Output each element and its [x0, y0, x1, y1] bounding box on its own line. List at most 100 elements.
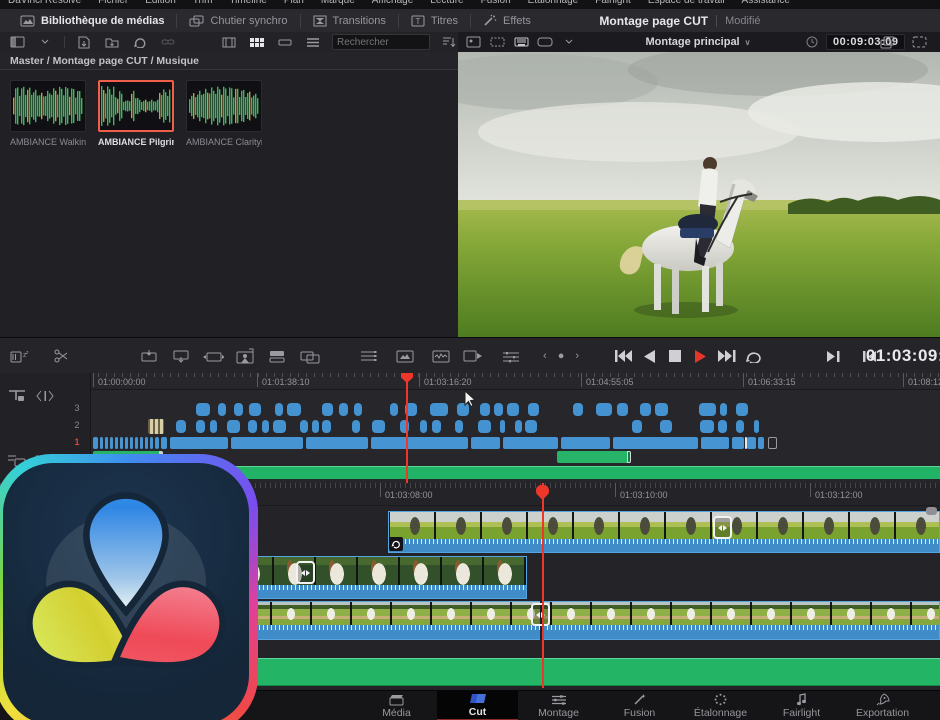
fit-box-icon[interactable]	[536, 34, 554, 50]
timeline-clip[interactable]	[300, 420, 308, 433]
music-track-bar[interactable]	[230, 658, 940, 686]
timeline-clip[interactable]	[196, 420, 205, 433]
menu-item[interactable]: Fusion	[481, 0, 511, 6]
grab-still-icon[interactable]	[878, 34, 896, 50]
timeline-clip[interactable]	[700, 420, 714, 433]
timeline-clip[interactable]	[234, 403, 243, 416]
timeline-clip[interactable]	[371, 437, 468, 449]
next-edit-button[interactable]	[822, 345, 844, 367]
media-clip[interactable]: AMBIANCE Walkin...	[10, 80, 86, 147]
timeline-clip[interactable]	[432, 420, 441, 433]
lib-tab-0[interactable]: Bibliothèque de médias	[8, 9, 176, 32]
lib-tab-4[interactable]: Effets	[471, 9, 543, 32]
chevron-down-icon[interactable]	[36, 34, 54, 50]
lib-tab-3[interactable]: TTitres	[399, 9, 470, 32]
timeline-clip-tan[interactable]	[148, 419, 164, 434]
menu-item[interactable]: Affichage	[372, 0, 414, 6]
timeline-clip[interactable]	[312, 420, 319, 433]
menu-item[interactable]: Espace de travail	[648, 0, 725, 6]
viewer[interactable]	[458, 52, 940, 337]
track-number-1[interactable]: 1	[68, 437, 86, 447]
timeline-clip[interactable]	[718, 420, 727, 433]
retime-badge[interactable]	[389, 537, 403, 551]
timeline-video-clip[interactable]	[230, 556, 527, 599]
expand-icon[interactable]	[910, 34, 928, 50]
timeline-clip[interactable]	[701, 437, 729, 449]
lower-playhead[interactable]	[542, 483, 544, 688]
split-icon[interactable]	[50, 345, 72, 367]
timeline-clip[interactable]	[150, 437, 153, 449]
search-input[interactable]	[332, 34, 430, 50]
timeline-selector[interactable]: Montage principal∨	[608, 36, 788, 48]
upper-playhead[interactable]	[406, 373, 408, 483]
audio-clip-thumbnail[interactable]	[10, 80, 86, 132]
timeline-clip[interactable]	[339, 403, 348, 416]
import-file-icon[interactable]	[75, 34, 93, 50]
panel-toggle-icon[interactable]	[8, 34, 26, 50]
page-tab-étalonnage[interactable]: Étalonnage	[680, 691, 761, 720]
timeline-video-clip[interactable]	[388, 511, 940, 553]
media-clip[interactable]: AMBIANCE Clarityi...	[186, 80, 262, 147]
timeline-clip[interactable]	[287, 403, 301, 416]
timeline-clip[interactable]	[632, 420, 642, 433]
timeline-clip[interactable]	[125, 437, 128, 449]
timeline-clip[interactable]	[699, 403, 716, 416]
list-view-icon[interactable]	[304, 34, 322, 50]
timeline-clip[interactable]	[478, 420, 491, 433]
timeline-clip[interactable]	[754, 420, 759, 433]
trim-edit-marker[interactable]	[531, 603, 550, 626]
timeline-clip[interactable]	[354, 403, 362, 416]
chevron-down-icon[interactable]	[560, 34, 578, 50]
loop-button[interactable]	[742, 345, 764, 367]
insert-icon[interactable]	[138, 345, 160, 367]
timeline-clip[interactable]	[480, 403, 490, 416]
clip-handle[interactable]	[627, 451, 631, 463]
page-tab-montage[interactable]: Montage	[518, 691, 599, 720]
timeline-clip[interactable]	[528, 403, 539, 416]
timeline-clip[interactable]	[660, 420, 672, 433]
page-tab-cut[interactable]: Cut	[437, 691, 518, 720]
timeline-clip[interactable]	[306, 437, 368, 449]
timeline-clip[interactable]	[135, 437, 138, 449]
resync-icon[interactable]	[131, 34, 149, 50]
timeline-clip[interactable]	[161, 437, 167, 449]
timeline-clip[interactable]	[196, 403, 210, 416]
page-tab-exportation[interactable]: Exportation	[842, 691, 923, 720]
timeline-clip[interactable]	[720, 403, 727, 416]
timeline-clip[interactable]	[130, 437, 133, 449]
play-button[interactable]	[690, 345, 712, 367]
timeline-clip[interactable]	[140, 437, 143, 449]
timeline-clip[interactable]	[352, 420, 360, 433]
timeline-clip[interactable]	[640, 403, 651, 416]
track-number-2[interactable]: 2	[68, 420, 86, 430]
strip-view-icon[interactable]	[276, 34, 294, 50]
place-on-top-icon[interactable]	[266, 345, 288, 367]
boring-detector-icon[interactable]: zz	[10, 345, 32, 367]
timeline-clip[interactable]	[227, 420, 240, 433]
menu-item[interactable]: Assistance	[742, 0, 790, 6]
timeline-clip[interactable]	[93, 437, 98, 449]
timeline-clip[interactable]	[145, 437, 148, 449]
menu-item[interactable]: Étalonnage	[528, 0, 579, 6]
timeline-clip[interactable]	[596, 403, 612, 416]
timeline-clip[interactable]	[736, 403, 748, 416]
audio-clip-thumbnail[interactable]	[186, 80, 262, 132]
track-lock-icon[interactable]	[6, 387, 28, 405]
still-icon[interactable]	[464, 34, 482, 50]
timeline-clip[interactable]	[430, 403, 448, 416]
go-to-start-button[interactable]	[612, 345, 634, 367]
close-up-icon[interactable]	[234, 345, 256, 367]
timeline-clip[interactable]	[507, 403, 519, 416]
thumbnail-size-icon[interactable]	[394, 345, 416, 367]
page-tab-fairlight[interactable]: Fairlight	[761, 691, 842, 720]
timeline-clip[interactable]	[231, 437, 303, 449]
ripple-overwrite-icon[interactable]	[202, 345, 224, 367]
clip-play-icon[interactable]	[462, 345, 484, 367]
timeline-options-icon[interactable]	[358, 345, 380, 367]
play-reverse-button[interactable]	[638, 345, 660, 367]
thumbnail-view-icon[interactable]	[248, 34, 266, 50]
timeline-clip[interactable]	[273, 420, 286, 433]
timeline-clip[interactable]	[176, 420, 186, 433]
timeline-clip[interactable]	[420, 420, 427, 433]
timeline-clip[interactable]	[372, 420, 385, 433]
